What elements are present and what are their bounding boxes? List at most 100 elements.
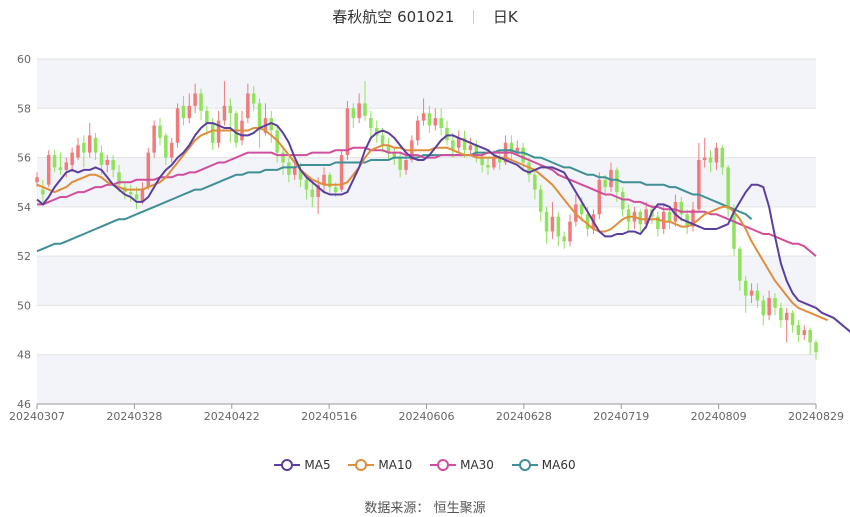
candle-body — [521, 147, 525, 163]
candle-body — [714, 147, 719, 163]
candle — [158, 118, 162, 146]
candle — [656, 211, 660, 237]
candle-body — [445, 128, 449, 141]
candle — [743, 275, 748, 313]
candle-body — [796, 325, 801, 335]
legend-ma10[interactable]: MA10 — [348, 458, 412, 472]
band — [37, 354, 816, 404]
candle-body — [351, 108, 356, 119]
candle — [205, 105, 209, 136]
candle — [697, 142, 701, 212]
candle-body — [193, 93, 197, 106]
band — [37, 256, 816, 306]
candle — [369, 110, 373, 138]
candle-body — [380, 135, 385, 146]
candle-body — [544, 211, 549, 232]
candle-body — [808, 330, 812, 343]
x-tick-label: 20240719 — [593, 410, 649, 423]
candle-body — [357, 103, 361, 119]
candle-body — [738, 248, 742, 281]
candle-body — [415, 120, 420, 141]
candle-body — [64, 162, 69, 170]
candle-body — [767, 298, 771, 316]
legend-ma30[interactable]: MA30 — [430, 458, 494, 472]
legend-ma5[interactable]: MA5 — [274, 458, 331, 472]
candle-body — [486, 164, 490, 168]
candle-body — [533, 174, 537, 190]
candle-body — [99, 152, 104, 165]
candle — [175, 103, 180, 148]
candle — [87, 123, 92, 158]
candle — [808, 327, 812, 355]
candle-body — [468, 145, 473, 151]
candle-body — [568, 221, 572, 242]
x-tick-label: 20240516 — [301, 410, 357, 423]
candle-body — [134, 194, 139, 200]
source-provider: 恒生聚源 — [433, 501, 486, 516]
candle-body — [228, 105, 233, 114]
candle-body — [538, 189, 543, 212]
y-tick-label: 54 — [17, 201, 31, 214]
candle — [386, 137, 391, 161]
candle — [802, 325, 807, 340]
y-tick-label: 52 — [17, 250, 31, 263]
candle-body — [439, 118, 443, 128]
candle-body — [790, 312, 795, 326]
candle-body — [749, 290, 754, 296]
x-tick-label: 20240307 — [9, 410, 65, 423]
candle-body — [427, 113, 432, 126]
candle-body — [35, 177, 39, 183]
candle-body — [304, 179, 309, 190]
candle-body — [52, 155, 57, 168]
candle-body — [398, 157, 402, 170]
candle-body — [620, 192, 625, 210]
candle-body — [597, 179, 602, 215]
candle-body — [779, 307, 783, 321]
candle-body — [169, 142, 174, 158]
candle — [509, 135, 514, 161]
x-tick-label: 20240809 — [691, 410, 747, 423]
candle — [562, 231, 566, 249]
candle-body — [199, 93, 203, 111]
legend-ma60[interactable]: MA60 — [511, 458, 576, 472]
candle — [76, 137, 80, 161]
candle — [234, 110, 238, 148]
legend-ma5-swatch — [274, 459, 301, 471]
candle-body — [708, 157, 713, 163]
candle — [46, 150, 51, 188]
candle-body — [87, 135, 92, 153]
candle-body — [626, 209, 631, 222]
x-tick-label: 20240422 — [204, 410, 260, 423]
candle — [257, 98, 262, 148]
candle-body — [421, 113, 426, 121]
candle-body — [761, 300, 766, 316]
candle-body — [667, 211, 672, 222]
candle-body — [93, 137, 98, 153]
candle-body — [345, 108, 350, 156]
legend-ma30-swatch — [430, 459, 457, 471]
legend-ma60-swatch — [511, 459, 538, 471]
candle — [146, 147, 151, 190]
candle-body — [181, 105, 186, 119]
legend-ma30-label: MA30 — [460, 458, 494, 472]
candle-body — [702, 157, 707, 161]
candle — [538, 184, 543, 222]
x-tick-label: 20240829 — [788, 410, 844, 423]
candle — [275, 125, 279, 163]
candle — [433, 108, 438, 131]
band — [37, 59, 816, 109]
candle-body — [76, 145, 80, 158]
y-tick-label: 58 — [17, 102, 31, 115]
candle — [550, 201, 555, 239]
candle — [790, 310, 795, 333]
candle-body — [404, 160, 408, 170]
candle-body — [70, 152, 74, 165]
candle-body — [82, 142, 86, 153]
candle-body — [802, 330, 807, 335]
candle — [240, 110, 244, 146]
candle-body — [585, 214, 590, 230]
candle — [339, 150, 344, 193]
candle-body — [222, 105, 227, 121]
background-bands — [37, 59, 816, 404]
candle — [779, 302, 783, 328]
